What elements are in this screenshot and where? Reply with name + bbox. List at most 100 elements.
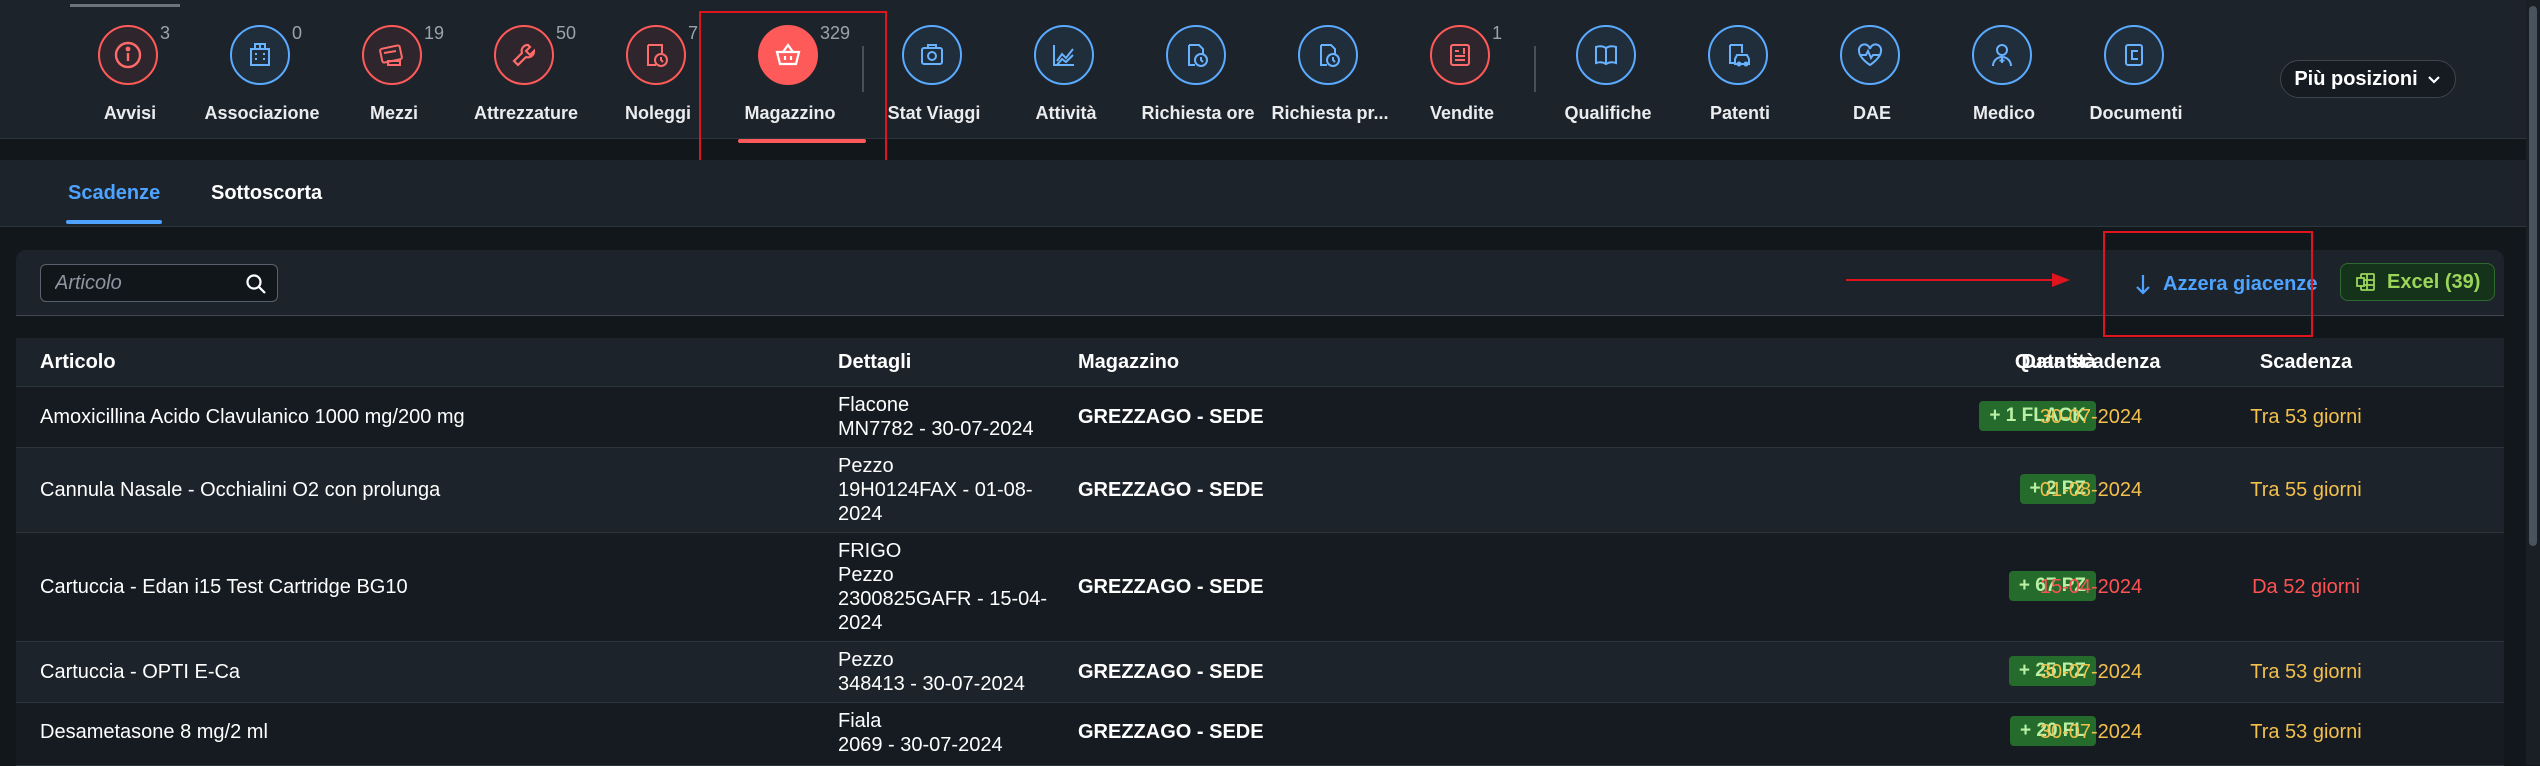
cell-scadenza: Tra 53 giorni xyxy=(2250,721,2362,743)
nav-item-richiesta-pr[interactable]: Richiesta pr... xyxy=(1260,25,1400,133)
nav-label: Documenti xyxy=(2089,103,2183,123)
nav-item-mezzi[interactable]: 19 Mezzi xyxy=(324,23,464,133)
nav-item-dae[interactable]: DAE xyxy=(1802,25,1942,133)
nav-label: Avvisi xyxy=(103,103,157,123)
cell-articolo: Desametasone 8 mg/2 ml xyxy=(40,721,268,743)
cell-data-scadenza: 30-07-2024 xyxy=(2039,661,2143,683)
nav-item-richiesta-ore[interactable]: Richiesta ore xyxy=(1128,25,1268,133)
nav-label: Richiesta ore xyxy=(1141,103,1255,123)
cell-dettagli: Pezzo 348413 - 30-07-2024 xyxy=(838,648,1068,696)
cell-articolo: Cartuccia - OPTI E-Ca xyxy=(40,661,241,683)
app-header-strip xyxy=(0,0,2540,8)
table-row[interactable]: Cartuccia - Edan i15 Test Cartridge BG10… xyxy=(16,533,2504,642)
nav-label: Associazione xyxy=(204,103,320,123)
heart-pulse-icon xyxy=(1840,25,1900,85)
wrench-icon xyxy=(494,25,554,85)
col-dettagli-header[interactable]: Dettagli xyxy=(838,351,911,374)
nav-badge: 0 xyxy=(292,23,303,43)
nav-item-avvisi[interactable]: 3 Avvisi xyxy=(60,23,200,133)
detail-line: Flacone xyxy=(838,394,910,416)
cell-magazzino: GREZZAGO - SEDE xyxy=(1078,721,1264,743)
nav-item-patenti[interactable]: Patenti xyxy=(1670,25,1810,133)
cell-scadenza: Tra 53 giorni xyxy=(2250,406,2362,428)
tab-scadenze[interactable]: Scadenze xyxy=(65,182,163,224)
detail-line: Fiala xyxy=(838,710,882,732)
nav-label: Mezzi xyxy=(369,103,418,123)
annotation-highlight-magazzino xyxy=(699,11,887,164)
col-scadenza-header[interactable]: Scadenza xyxy=(2216,351,2396,374)
nav-badge: 19 xyxy=(424,23,445,43)
excel-export-button[interactable]: Excel (39) xyxy=(2340,263,2496,301)
detail-line: 2069 - 30-07-2024 xyxy=(838,734,1003,756)
cell-data-scadenza: 15-04-2024 xyxy=(2039,576,2143,598)
license-car-icon xyxy=(1708,25,1768,85)
detail-line: 2024 xyxy=(838,612,883,634)
nav-badge: 1 xyxy=(1492,23,1503,43)
cell-articolo: Cartuccia - Edan i15 Test Cartridge BG10 xyxy=(40,576,408,598)
table-row[interactable]: Cartuccia - OPTI E-Ca Pezzo 348413 - 30-… xyxy=(16,642,2504,703)
detail-line: Pezzo xyxy=(838,455,894,477)
cell-magazzino: GREZZAGO - SEDE xyxy=(1078,406,1264,428)
nav-badge: 50 xyxy=(556,23,577,43)
nav-badge: 7 xyxy=(688,23,699,43)
cell-scadenza: Tra 53 giorni xyxy=(2250,661,2362,683)
cell-magazzino: GREZZAGO - SEDE xyxy=(1078,661,1264,683)
col-magazzino-header[interactable]: Magazzino xyxy=(1078,351,1179,374)
detail-line: 2300825GAFR - 15-04- xyxy=(838,588,1048,610)
detail-line: 19H0124FAX - 01-08- xyxy=(838,479,1033,501)
nav-badge: 3 xyxy=(160,23,171,43)
detail-line: FRIGO xyxy=(838,540,902,562)
cell-dettagli: Pezzo 19H0124FAX - 01-08- 2024 xyxy=(838,454,1068,526)
trip-stats-icon xyxy=(902,25,962,85)
nav-item-associazione[interactable]: 0 Associazione xyxy=(192,23,332,133)
cell-articolo: Amoxicillina Acido Clavulanico 1000 mg/2… xyxy=(40,406,465,428)
detail-line: 2024 xyxy=(838,503,883,525)
document-clock-icon xyxy=(1298,25,1358,85)
search-field[interactable] xyxy=(40,264,278,302)
detail-line: Pezzo xyxy=(838,649,894,671)
detail-line: MN7782 - 30-07-2024 xyxy=(838,418,1034,440)
table-header: Articolo Dettagli Magazzino Quantità Dat… xyxy=(16,338,2504,387)
detail-line: 348413 - 30-07-2024 xyxy=(838,673,1025,695)
scrollbar-thumb[interactable] xyxy=(2529,6,2537,546)
nav-label: Attrezzature xyxy=(473,103,579,123)
doctor-icon xyxy=(1972,25,2032,85)
cell-scadenza: Da 52 giorni xyxy=(2252,576,2360,598)
building-icon xyxy=(230,25,290,85)
cell-articolo: Cannula Nasale - Occhialini O2 con prolu… xyxy=(40,479,441,501)
nav-label: Medico xyxy=(1972,103,2035,123)
nav-label: Attività xyxy=(1035,103,1097,123)
table-row[interactable]: Desametasone 8 mg/2 ml Fiala 2069 - 30-0… xyxy=(16,703,2504,766)
info-icon xyxy=(98,25,158,85)
app-logo-fragment xyxy=(70,0,180,7)
cell-scadenza: Tra 55 giorni xyxy=(2250,479,2362,501)
nav-item-documenti[interactable]: Documenti xyxy=(2066,25,2206,133)
cell-dettagli: Flacone MN7782 - 30-07-2024 xyxy=(838,393,1068,441)
nav-item-attrezzature[interactable]: 50 Attrezzature xyxy=(456,23,596,133)
module-navigation-bar: 3 Avvisi 0 Associazione 19 Mezzi 50 Attr… xyxy=(0,8,2526,143)
nav-item-vendite[interactable]: 1 Vendite xyxy=(1392,23,1532,133)
document-clock-icon xyxy=(1166,25,1226,85)
more-positions-button[interactable]: Più posizioni xyxy=(2280,60,2456,98)
annotation-highlight-azzera xyxy=(2103,231,2313,337)
cell-dettagli: FRIGO Pezzo 2300825GAFR - 15-04- 2024 xyxy=(838,539,1068,635)
tab-sottoscorta[interactable]: Sottoscorta xyxy=(211,182,322,205)
excel-export-label: Excel (39) xyxy=(2387,270,2481,293)
col-articolo-header[interactable]: Articolo xyxy=(40,351,116,374)
nav-item-medico[interactable]: Medico xyxy=(1934,25,2074,133)
rental-clock-icon xyxy=(626,25,686,85)
search-input[interactable] xyxy=(41,265,231,301)
search-icon[interactable] xyxy=(245,273,267,295)
col-data-scadenza-header[interactable]: Data scadenza xyxy=(2006,351,2176,374)
table-row[interactable]: Cannula Nasale - Occhialini O2 con prolu… xyxy=(16,448,2504,533)
page-scrollbar[interactable] xyxy=(2526,0,2540,765)
detail-line: Pezzo xyxy=(838,564,894,586)
cell-data-scadenza: 30-07-2024 xyxy=(2039,721,2143,743)
nav-item-attivita[interactable]: Attività xyxy=(996,25,1136,133)
more-positions-label: Più posizioni xyxy=(2294,67,2418,90)
spreadsheet-icon xyxy=(2356,273,2375,291)
table-row[interactable]: Amoxicillina Acido Clavulanico 1000 mg/2… xyxy=(16,387,2504,448)
nav-item-qualifiche[interactable]: Qualifiche xyxy=(1538,25,1678,133)
cell-data-scadenza: 01-08-2024 xyxy=(2039,479,2143,501)
nav-label: DAE xyxy=(1852,103,1891,123)
